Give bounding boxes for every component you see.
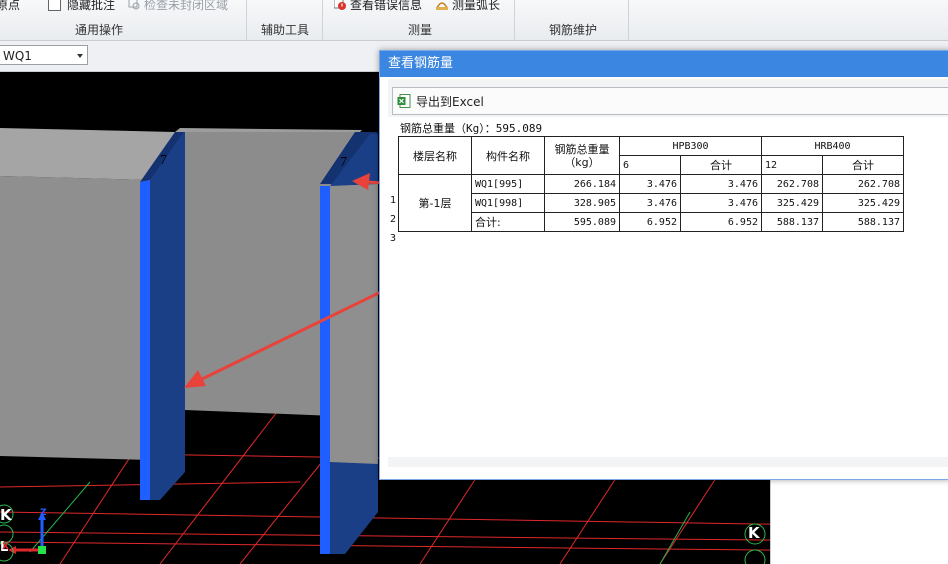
axis-z-text: Z	[40, 508, 47, 518]
header-grade-hpb300: HPB300	[619, 136, 762, 156]
group-label-aux: 辅助工具	[261, 23, 310, 37]
hpb-6-cell: 3.476	[619, 174, 681, 194]
floor-name-cell: 第-1层	[398, 174, 472, 232]
column-mark-left: 7	[160, 153, 167, 168]
hpb-sum-cell: 6.952	[680, 212, 762, 232]
axis-triad	[8, 512, 46, 554]
column-side-left	[150, 130, 185, 500]
origin-button[interactable]: 原点	[0, 0, 20, 12]
column-edge-left	[140, 180, 150, 500]
component-cell: 合计:	[471, 212, 545, 232]
component-select-value: WQ1	[3, 49, 32, 63]
total-cell: 266.184	[544, 174, 620, 194]
hrb-12-cell: 588.137	[761, 212, 823, 232]
header-total-weight: 钢筋总重量 （kg）	[544, 136, 620, 175]
group-label-measure: 测量	[408, 23, 433, 37]
table-row[interactable]: WQ1[998] 328.905 3.476 3.476 325.429 325…	[399, 193, 904, 213]
measure-arc-icon	[436, 2, 448, 10]
header-component: 构件名称	[471, 136, 545, 175]
chevron-down-icon	[77, 54, 83, 58]
header-diameter-6: 6	[619, 155, 681, 175]
column-edge-right	[320, 186, 330, 554]
total-weight-text: 钢筋总重量（Kg）：595.089	[400, 122, 543, 135]
row-number: 2	[390, 214, 397, 225]
group-label-general: 通用操作	[75, 23, 124, 37]
axis-label-k: K	[748, 524, 760, 542]
total-cell: 595.089	[544, 212, 620, 232]
header-floor: 楼层名称	[398, 136, 472, 175]
ribbon-separator	[246, 0, 247, 40]
component-cell: WQ1[998]	[471, 193, 545, 213]
hrb-sum-cell: 262.708	[822, 174, 904, 194]
axis-label-k: K	[0, 506, 12, 524]
component-select[interactable]: WQ1	[0, 45, 88, 65]
ribbon-separator	[628, 0, 629, 40]
hide-annotation-toggle[interactable]: 隐藏批注	[48, 0, 115, 12]
check-unclosed-label: 检查未封闭区域	[144, 0, 229, 12]
hpb-6-cell: 6.952	[619, 212, 681, 232]
rebar-table: 楼层名称 构件名称 钢筋总重量 （kg） HPB300 HRB400 6 合计 …	[398, 136, 904, 232]
dialog-body: 导出到Excel 钢筋总重量（Kg）：595.089 1 2 3 楼层名称 构件…	[388, 79, 948, 467]
dialog-toolbar: 导出到Excel	[392, 87, 948, 115]
ribbon-separator	[514, 0, 515, 40]
wall-top-back	[175, 128, 362, 132]
properties-panel	[770, 478, 948, 564]
rebar-sheet: 钢筋总重量（Kg）：595.089 1 2 3 楼层名称 构件名称 钢筋总重量 …	[388, 117, 948, 457]
hrb-12-cell: 262.708	[761, 174, 823, 194]
table-row-total[interactable]: 合计: 595.089 6.952 6.952 588.137 588.137	[399, 212, 904, 232]
axis-x-text: X	[2, 542, 9, 552]
rebar-quantity-dialog: 查看钢筋量 导出到Excel 钢筋总重量（Kg）：595.089 1 2 3 楼…	[379, 50, 948, 480]
header-grade-hrb400: HRB400	[761, 136, 904, 156]
row-number: 3	[390, 233, 397, 244]
view-errors-button[interactable]: 查看错误信息	[334, 0, 422, 12]
hpb-sum-cell: 3.476	[680, 174, 762, 194]
hpb-6-cell: 3.476	[619, 193, 681, 213]
header-unit-label: （kg）	[564, 155, 600, 169]
excel-icon	[397, 94, 411, 108]
header-total-weight-label: 钢筋总重量	[554, 142, 610, 156]
component-cell: WQ1[995]	[471, 174, 545, 194]
view-errors-label: 查看错误信息	[350, 0, 423, 12]
hrb-12-cell: 325.429	[761, 193, 823, 213]
origin-label: 原点	[0, 0, 21, 12]
export-excel-label: 导出到Excel	[416, 94, 484, 109]
check-region-icon	[128, 0, 140, 10]
hrb-sum-cell: 588.137	[822, 212, 904, 232]
header-diameter-12: 12	[761, 155, 823, 175]
dialog-title: 查看钢筋量	[388, 56, 454, 71]
dialog-title-bar[interactable]: 查看钢筋量	[380, 51, 948, 77]
wall-face-left	[0, 176, 150, 460]
hide-annotation-label: 隐藏批注	[67, 0, 116, 12]
measure-arc-button[interactable]: 测量弧长	[436, 0, 500, 12]
measure-arc-label: 测量弧长	[452, 0, 501, 12]
hide-annotation-checkbox[interactable]	[48, 0, 61, 11]
header-subtotal: 合计	[822, 155, 904, 175]
export-excel-button[interactable]: 导出到Excel	[397, 91, 484, 111]
total-cell: 328.905	[544, 193, 620, 213]
error-info-icon	[334, 0, 346, 10]
table-row[interactable]: 第-1层 WQ1[995] 266.184 3.476 3.476 262.70…	[398, 174, 904, 232]
row-number: 1	[390, 195, 397, 206]
check-unclosed-button[interactable]: 检查未封闭区域	[128, 0, 228, 12]
group-label-rebar-maint: 钢筋维护	[549, 23, 598, 37]
wall-face-right	[330, 184, 378, 464]
column-mark-right: 7	[340, 155, 347, 170]
ribbon-separator	[322, 0, 323, 40]
hrb-sum-cell: 325.429	[822, 193, 904, 213]
header-subtotal: 合计	[680, 155, 762, 175]
ribbon-toolbar: 原点 隐藏批注 检查未封闭区域 查看错误信息 测量弧长 通用操作 辅助工具 测量…	[0, 0, 948, 41]
hpb-sum-cell: 3.476	[680, 193, 762, 213]
